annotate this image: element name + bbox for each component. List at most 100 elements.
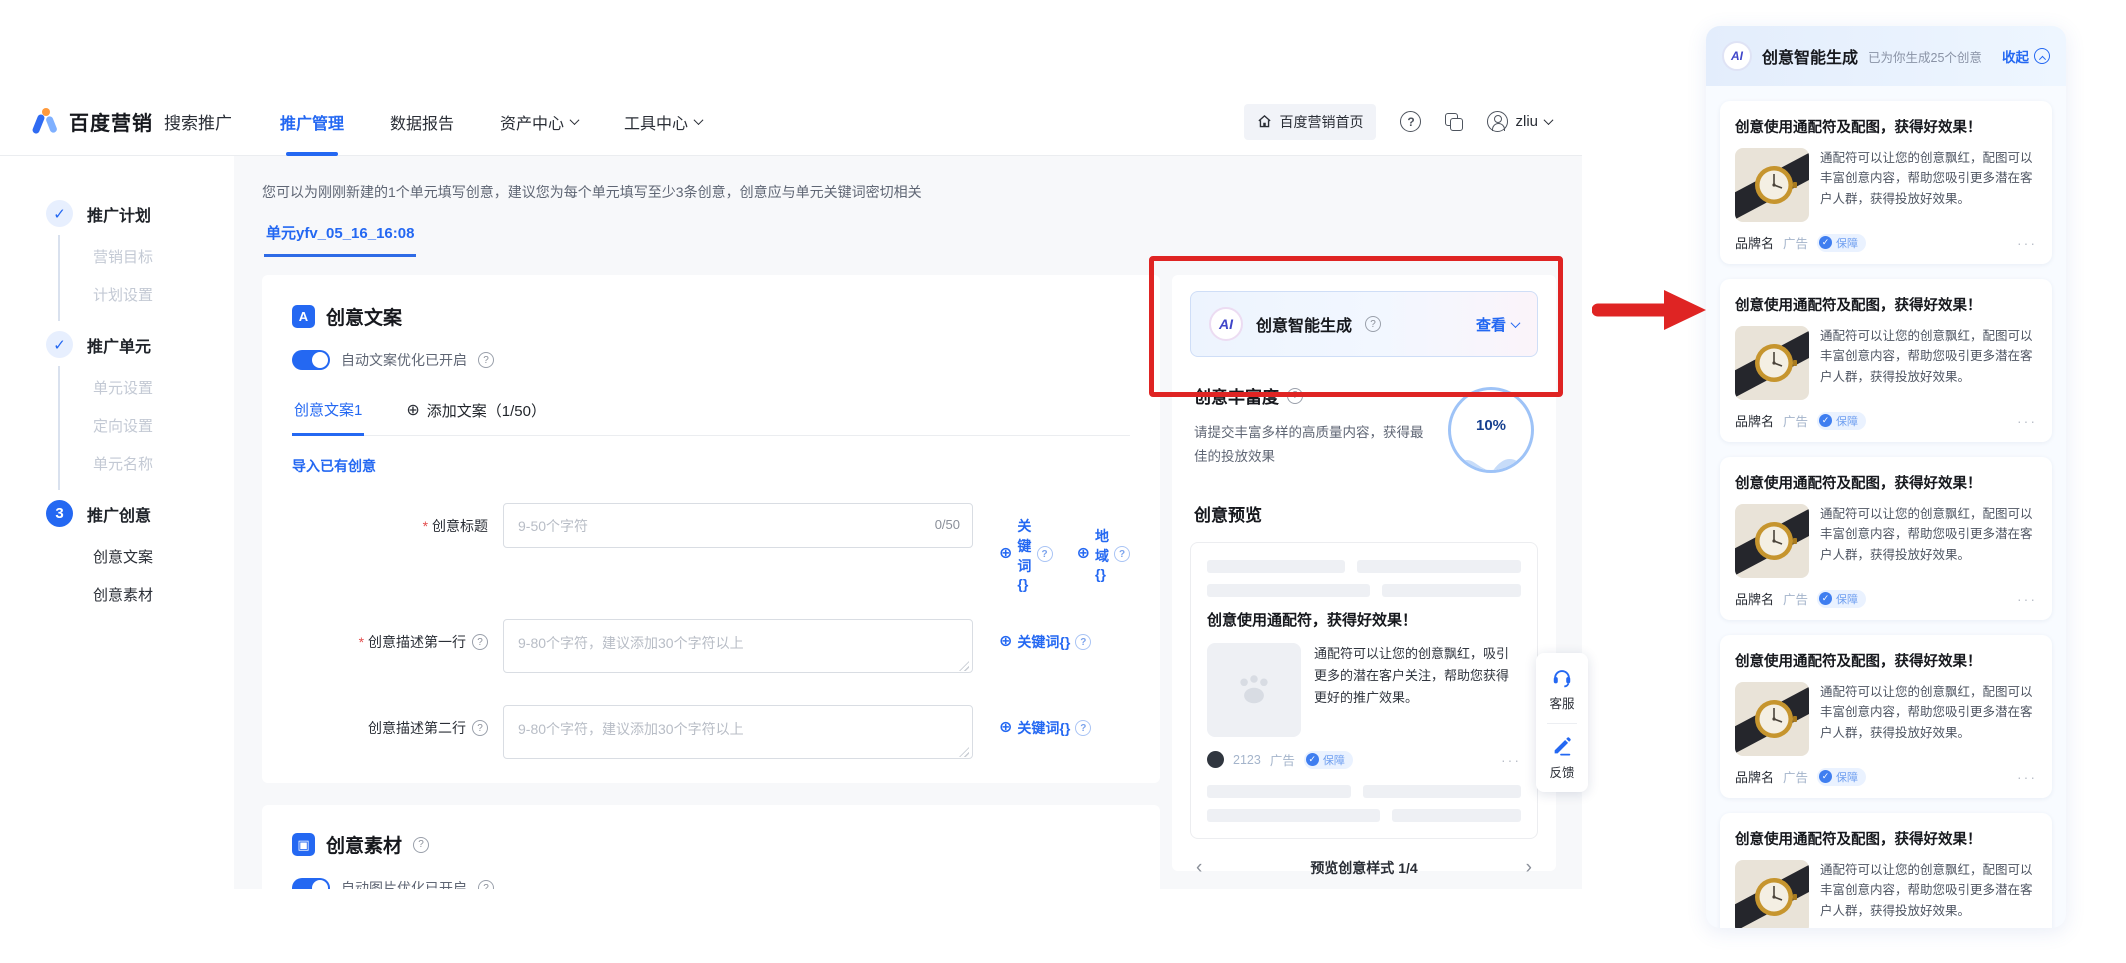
nav-tab-promotion-management[interactable]: 推广管理 bbox=[280, 88, 344, 156]
nav-tab-tool-center[interactable]: 工具中心 bbox=[624, 88, 702, 156]
pager-label: 预览创意样式 1/4 bbox=[1310, 858, 1417, 878]
creative-material-section: ▣ 创意素材 ? 自动图片优化已开启 ? bbox=[262, 805, 1160, 889]
section-title: 创意文案 bbox=[326, 303, 402, 330]
watch-product-image bbox=[1735, 682, 1809, 756]
guarantee-badge: ✓保障 bbox=[1304, 751, 1353, 769]
brand-name: 品牌名 bbox=[1735, 411, 1774, 430]
screenshot-canvas: 百度营销 搜索推广 推广管理 数据报告 资产中心 工具中心 百度营销首页 ? z… bbox=[0, 0, 2126, 963]
ai-creative-card[interactable]: 创意使用通配符及配图，获得好效果！ 通配符可以让您的创意飘红，配图可以丰富创意内… bbox=[1720, 635, 2052, 798]
shield-check-icon: ✓ bbox=[1306, 753, 1319, 766]
multi-account-icon[interactable] bbox=[1445, 113, 1463, 131]
view-button[interactable]: 查看 bbox=[1476, 314, 1519, 335]
pencil-icon bbox=[1551, 735, 1573, 757]
ai-creative-card[interactable]: 创意使用通配符及配图，获得好效果！ 通配符可以让您的创意飘红，配图可以丰富创意内… bbox=[1720, 813, 2052, 928]
sidebar-item-unit-name[interactable]: 单元名称 bbox=[60, 446, 234, 484]
more-options-icon[interactable]: ··· bbox=[2017, 413, 2037, 429]
brand-name: 品牌名 bbox=[1735, 767, 1774, 786]
help-icon[interactable]: ? bbox=[472, 634, 488, 650]
baidu-marketing-logo[interactable]: 百度营销 搜索推广 bbox=[30, 107, 232, 137]
creative-preview-title: 创意预览 bbox=[1194, 501, 1538, 526]
add-copy-button[interactable]: ⊕ 添加文案（1/50） bbox=[404, 388, 548, 435]
creative-material-icon: ▣ bbox=[292, 833, 315, 856]
ai-smart-generate-card[interactable]: AI 创意智能生成 ? 查看 bbox=[1190, 291, 1538, 357]
sidebar-item-marketing-goal[interactable]: 营销目标 bbox=[60, 239, 234, 277]
auto-copy-optimize-toggle[interactable] bbox=[292, 350, 330, 370]
guarantee-badge: ✓保障 bbox=[1817, 590, 1866, 608]
ai-creative-card[interactable]: 创意使用通配符及配图，获得好效果！ 通配符可以让您的创意飘红，配图可以丰富创意内… bbox=[1720, 279, 2052, 442]
tab-copy-1[interactable]: 创意文案1 bbox=[292, 388, 364, 436]
customer-service-button[interactable]: 客服 bbox=[1549, 666, 1574, 712]
brand-name: 品牌名 bbox=[1735, 589, 1774, 608]
preview-ad-description: 通配符可以让您的创意飘红，吸引更多的潜在客户关注，帮助您获得更好的推广效果。 bbox=[1314, 643, 1521, 737]
shield-check-icon: ✓ bbox=[1819, 770, 1832, 783]
home-button[interactable]: 百度营销首页 bbox=[1244, 104, 1376, 140]
collapse-button[interactable]: 收起 bbox=[2002, 46, 2050, 66]
help-icon[interactable]: ? bbox=[413, 837, 429, 853]
more-options-icon[interactable]: ··· bbox=[2017, 769, 2037, 785]
description-line1-textarea[interactable] bbox=[503, 619, 973, 673]
watch-product-image bbox=[1735, 504, 1809, 578]
primary-nav: 推广管理 数据报告 资产中心 工具中心 bbox=[280, 88, 702, 156]
sidebar-item-plan-settings[interactable]: 计划设置 bbox=[60, 277, 234, 315]
more-options-icon[interactable]: ··· bbox=[2017, 591, 2037, 607]
help-icon[interactable]: ? bbox=[1287, 388, 1303, 404]
topbar-right-actions: 百度营销首页 ? zliu bbox=[1244, 104, 1552, 140]
unit-tab[interactable]: 单元yfv_05_16_16:08 bbox=[264, 222, 416, 257]
char-counter: 0/50 bbox=[935, 517, 960, 532]
step-head-plan[interactable]: ✓ 推广计划 bbox=[46, 200, 234, 227]
creative-title-input[interactable] bbox=[503, 503, 973, 548]
nav-tab-asset-center[interactable]: 资产中心 bbox=[500, 88, 578, 156]
nav-tab-data-reports[interactable]: 数据报告 bbox=[390, 88, 454, 156]
creative-richness-block: 创意丰富度 ? 请提交丰富多样的高质量内容，获得最佳的投放效果 bbox=[1190, 383, 1538, 473]
user-menu[interactable]: zliu bbox=[1487, 111, 1552, 132]
help-icon[interactable]: ? bbox=[1365, 316, 1381, 332]
insert-keyword-link[interactable]: ⊕关键词{}? bbox=[999, 516, 1053, 592]
page-notice: 您可以为刚刚新建的1个单元填写创意，建议您为每个单元填写至少3条创意，创意应与单… bbox=[262, 182, 1556, 202]
username: zliu bbox=[1515, 113, 1538, 130]
sidebar-item-creative-copy[interactable]: 创意文案 bbox=[60, 539, 234, 577]
help-icon[interactable]: ? bbox=[478, 352, 494, 368]
help-icon[interactable]: ? bbox=[1400, 111, 1421, 132]
plus-circle-icon: ⊕ bbox=[406, 403, 419, 419]
step-promotion-creative: 3 推广创意 创意文案 创意素材 bbox=[46, 500, 234, 621]
top-navigation-bar: 百度营销 搜索推广 推广管理 数据报告 资产中心 工具中心 百度营销首页 ? z… bbox=[0, 88, 1582, 156]
form-column: A 创意文案 自动文案优化已开启 ? 创意文案1 bbox=[262, 275, 1160, 889]
more-options-icon[interactable]: ··· bbox=[1501, 752, 1521, 768]
plus-circle-icon: ⊕ bbox=[999, 546, 1012, 562]
more-options-icon[interactable]: ··· bbox=[2017, 235, 2037, 251]
step-promotion-unit: ✓ 推广单元 单元设置 定向设置 单元名称 bbox=[46, 331, 234, 490]
help-icon[interactable]: ? bbox=[478, 880, 494, 889]
copy-tabs: 创意文案1 ⊕ 添加文案（1/50） bbox=[292, 388, 1130, 436]
step-number-badge: 3 bbox=[46, 500, 73, 527]
auto-image-optimize-toggle[interactable] bbox=[292, 878, 330, 889]
ai-creative-card[interactable]: 创意使用通配符及配图，获得好效果！ 通配符可以让您的创意飘红，配图可以丰富创意内… bbox=[1720, 101, 2052, 264]
pager-next-button[interactable]: › bbox=[1526, 857, 1532, 879]
feedback-button[interactable]: 反馈 bbox=[1549, 735, 1574, 781]
sidebar-item-creative-material[interactable]: 创意素材 bbox=[60, 577, 234, 615]
ai-cards-list: 创意使用通配符及配图，获得好效果！ 通配符可以让您的创意飘红，配图可以丰富创意内… bbox=[1706, 86, 2066, 928]
step-promotion-plan: ✓ 推广计划 营销目标 计划设置 bbox=[46, 200, 234, 321]
insert-keyword-link[interactable]: ⊕关键词{}? bbox=[999, 632, 1091, 652]
insert-keyword-link[interactable]: ⊕关键词{}? bbox=[999, 718, 1091, 738]
import-existing-creative-link[interactable]: 导入已有创意 bbox=[292, 456, 376, 476]
step-head-creative[interactable]: 3 推广创意 bbox=[46, 500, 234, 527]
help-icon[interactable]: ? bbox=[472, 720, 488, 736]
headset-icon bbox=[1551, 666, 1573, 688]
step-head-unit[interactable]: ✓ 推广单元 bbox=[46, 331, 234, 358]
description-line2-textarea[interactable] bbox=[503, 705, 973, 759]
field-description-line2: 创意描述第二行? ⊕关键词{}? bbox=[292, 705, 1130, 764]
logo-subtitle: 搜索推广 bbox=[164, 109, 232, 134]
chevron-down-icon bbox=[570, 115, 580, 125]
ad-label: 广告 bbox=[1783, 411, 1808, 430]
creative-copy-section: A 创意文案 自动文案优化已开启 ? 创意文案1 bbox=[262, 275, 1160, 783]
ai-creative-card[interactable]: 创意使用通配符及配图，获得好效果！ 通配符可以让您的创意飘红，配图可以丰富创意内… bbox=[1720, 457, 2052, 620]
preview-ad-title: 创意使用通配符，获得好效果！ bbox=[1207, 609, 1521, 630]
app-body: ✓ 推广计划 营销目标 计划设置 ✓ 推广单元 单元设置 定向设 bbox=[0, 156, 1582, 889]
pager-prev-button[interactable]: ‹ bbox=[1196, 857, 1202, 879]
sidebar-item-unit-settings[interactable]: 单元设置 bbox=[60, 370, 234, 408]
insert-region-link[interactable]: ⊕地域{}? bbox=[1077, 526, 1130, 582]
sidebar-item-targeting-settings[interactable]: 定向设置 bbox=[60, 408, 234, 446]
right-column: AI 创意智能生成 ? 查看 创意丰富度 ? 请提交丰富多样 bbox=[1172, 275, 1556, 871]
plus-circle-icon: ⊕ bbox=[999, 720, 1012, 736]
ai-generated-creatives-panel: AI 创意智能生成 已为你生成25个创意 收起 创意使用通配符及配图，获得好效果… bbox=[1706, 26, 2066, 928]
